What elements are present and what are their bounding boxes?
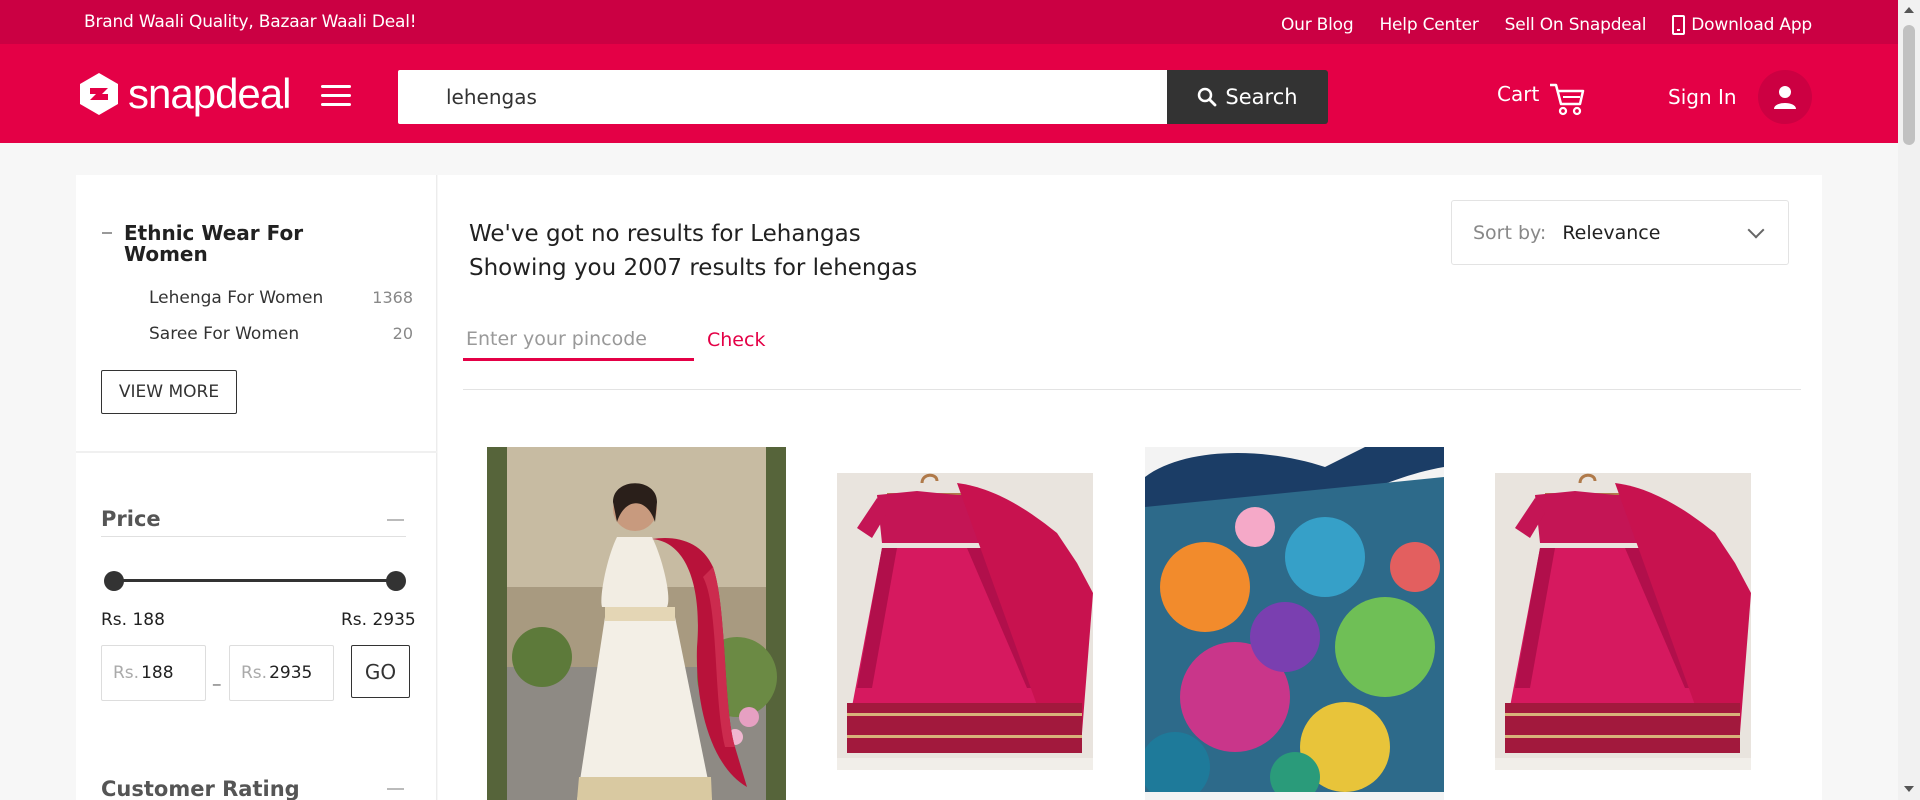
price-range-dash: _ <box>213 668 221 686</box>
category-title: Ethnic Wear For Women <box>124 221 304 266</box>
user-account-button[interactable] <box>1758 70 1812 124</box>
divider <box>101 536 406 537</box>
tagline: Brand Waali Quality, Bazaar Waali Deal! <box>84 12 417 32</box>
customer-rating-title: Customer Rating <box>101 777 300 800</box>
collapse-rating-icon[interactable] <box>387 788 404 790</box>
no-results-text: We've got no results for Lehangas <box>469 221 861 247</box>
price-min-input[interactable]: Rs. 188 <box>101 645 206 701</box>
pincode-input[interactable] <box>463 319 694 361</box>
subcategory-label: Lehenga For Women <box>149 288 324 308</box>
top-strip: Brand Waali Quality, Bazaar Waali Deal! … <box>0 0 1898 44</box>
chevron-down-icon <box>1747 221 1765 239</box>
sort-dropdown[interactable]: Sort by: Relevance <box>1451 200 1789 265</box>
logo-text: snapdeal <box>128 70 291 117</box>
cart-icon <box>1550 83 1585 116</box>
filter-sidebar: Ethnic Wear For Women Lehenga For Women … <box>76 175 437 800</box>
product-photo-floral-lehenga <box>1145 447 1444 800</box>
collapse-price-icon[interactable] <box>387 519 404 521</box>
category-heading[interactable]: Ethnic Wear For Women <box>102 223 314 265</box>
scroll-up-arrow[interactable] <box>1904 7 1914 13</box>
divider <box>76 451 437 453</box>
page-scrollbar[interactable] <box>1898 0 1920 800</box>
product-image[interactable] <box>837 473 1093 770</box>
subcategory-label: Saree For Women <box>149 324 300 344</box>
main-header: snapdeal Search Cart Sign In <box>0 44 1898 143</box>
top-links: Our Blog Help Center Sell On Snapdeal Do… <box>1281 15 1812 35</box>
results-message: We've got no results for Lehangas Showin… <box>469 217 917 285</box>
scrollbar-thumb[interactable] <box>1903 25 1915 145</box>
subcategory-count: 20 <box>392 324 413 343</box>
user-icon <box>1774 86 1796 109</box>
subcategory-count: 1368 <box>372 288 413 307</box>
product-photo-pink-lehenga <box>1495 473 1751 770</box>
price-min-value: 188 <box>141 663 174 683</box>
download-app-link[interactable]: Download App <box>1672 15 1812 35</box>
collapse-icon[interactable] <box>102 232 112 234</box>
product-image[interactable] <box>1495 473 1751 770</box>
price-min-label: Rs. 188 <box>101 610 165 630</box>
search-button[interactable]: Search <box>1167 70 1328 124</box>
price-filter-title: Price <box>101 507 161 531</box>
search-button-label: Search <box>1225 85 1298 109</box>
check-pincode-button[interactable]: Check <box>707 329 765 351</box>
our-blog-link[interactable]: Our Blog <box>1281 15 1354 35</box>
snapdeal-logo[interactable]: snapdeal <box>76 70 291 118</box>
sort-value: Relevance <box>1562 221 1661 244</box>
search-box <box>398 70 1167 124</box>
sell-on-snapdeal-link[interactable]: Sell On Snapdeal <box>1505 15 1647 35</box>
scroll-down-arrow[interactable] <box>1904 786 1914 792</box>
price-max-input[interactable]: Rs. 2935 <box>229 645 334 701</box>
cart-button[interactable]: Cart <box>1497 82 1585 116</box>
price-go-button[interactable]: GO <box>351 645 410 698</box>
phone-icon <box>1672 15 1686 35</box>
price-max-value: 2935 <box>269 663 313 683</box>
price-slider-min-handle[interactable] <box>104 571 124 591</box>
sign-in-link[interactable]: Sign In <box>1668 85 1737 109</box>
divider <box>463 389 1801 390</box>
results-panel: We've got no results for Lehangas Showin… <box>438 175 1822 800</box>
logo-bag-icon <box>80 73 118 115</box>
price-slider-max-handle[interactable] <box>386 571 406 591</box>
search-input[interactable] <box>398 70 1167 124</box>
product-image[interactable] <box>487 447 786 800</box>
subcategory-lehenga-for-women[interactable]: Lehenga For Women 1368 <box>149 288 413 308</box>
view-more-button[interactable]: VIEW MORE <box>101 370 237 414</box>
sort-label: Sort by: <box>1473 221 1547 244</box>
currency-prefix: Rs. <box>113 663 140 683</box>
search-icon <box>1198 87 1217 107</box>
currency-prefix: Rs. <box>241 663 268 683</box>
cart-label: Cart <box>1497 82 1540 106</box>
product-image[interactable] <box>1145 447 1444 800</box>
showing-results-text: Showing you 2007 results for lehengas <box>469 255 918 281</box>
product-photo-pink-lehenga <box>837 473 1093 770</box>
price-slider-track[interactable] <box>113 579 395 582</box>
subcategory-saree-for-women[interactable]: Saree For Women 20 <box>149 324 413 344</box>
price-max-label: Rs. 2935 <box>341 610 416 630</box>
product-photo-white-lehenga <box>487 447 786 800</box>
hamburger-icon[interactable] <box>321 85 351 107</box>
help-center-link[interactable]: Help Center <box>1379 15 1478 35</box>
download-app-label: Download App <box>1691 15 1812 35</box>
